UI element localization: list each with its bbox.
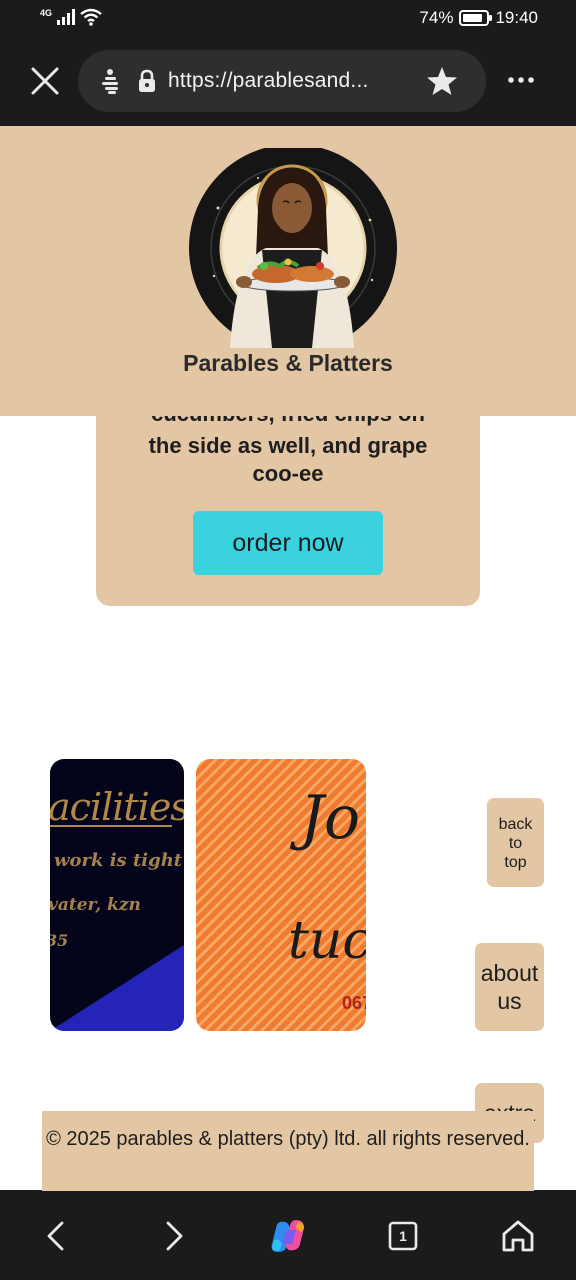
about-us-button[interactable]: about us (475, 943, 544, 1031)
url-text[interactable]: https://parablesand... (168, 69, 398, 93)
description-line: the side as well, and grape (148, 433, 428, 458)
site-header: Parables & Platters (0, 126, 576, 416)
tab-count: 1 (399, 1228, 407, 1244)
close-icon[interactable] (24, 60, 66, 102)
button-label: top (504, 854, 527, 871)
facilities-line: vater, kzn (50, 895, 141, 915)
site-info-icon[interactable] (96, 67, 124, 95)
button-label: back (498, 816, 533, 833)
promo-text: Jo (300, 783, 361, 853)
back-to-top-button[interactable]: back to top (487, 798, 544, 887)
back-icon[interactable] (35, 1214, 79, 1258)
browser-navbar: 1 (0, 1190, 576, 1280)
clock: 19:40 (495, 8, 538, 27)
promo-text: tuc (288, 911, 366, 971)
signal-group: 4G (40, 8, 102, 26)
battery-percent: 74% (419, 8, 454, 27)
address-bar[interactable]: https://parablesand... (78, 50, 486, 112)
signal-icon (57, 9, 76, 25)
menu-item-description: the side as well, and grape coo-ee (96, 432, 480, 488)
title-underline (50, 825, 172, 827)
status-bar: 4G 74% 19:40 (0, 0, 576, 38)
forward-icon[interactable] (151, 1214, 195, 1258)
facilities-card[interactable]: acilities work is tight vater, kzn 35 (50, 759, 184, 1031)
lock-icon (139, 69, 155, 92)
button-label: to (508, 835, 523, 852)
status-right: 74% 19:40 (419, 8, 538, 28)
facilities-line: 35 (50, 931, 69, 950)
button-label: us (497, 988, 522, 1014)
copilot-icon[interactable] (266, 1214, 310, 1258)
logo-image[interactable] (188, 148, 398, 348)
battery-icon (459, 10, 493, 26)
footer: © 2025 parables & platters (pty) ltd. al… (42, 1111, 534, 1191)
home-icon[interactable] (496, 1214, 540, 1258)
order-now-button[interactable]: order now (193, 511, 383, 575)
wifi-icon (80, 8, 102, 26)
browser-toolbar: https://parablesand... (0, 38, 576, 126)
facilities-title: acilities (50, 785, 184, 829)
site-title: Parables & Platters (183, 350, 393, 376)
button-label: about (480, 960, 539, 986)
screen: 4G 74% 19:40 https://parablesand... the … (0, 0, 576, 1280)
promo-card[interactable]: Jo tuc 067 (196, 759, 366, 1031)
network-type: 4G (40, 8, 53, 18)
facilities-line: work is tight (54, 850, 183, 871)
more-icon[interactable] (506, 68, 536, 92)
description-line: coo-ee (252, 461, 324, 486)
star-icon[interactable] (426, 65, 458, 97)
promo-phone: 067 (342, 993, 366, 1013)
